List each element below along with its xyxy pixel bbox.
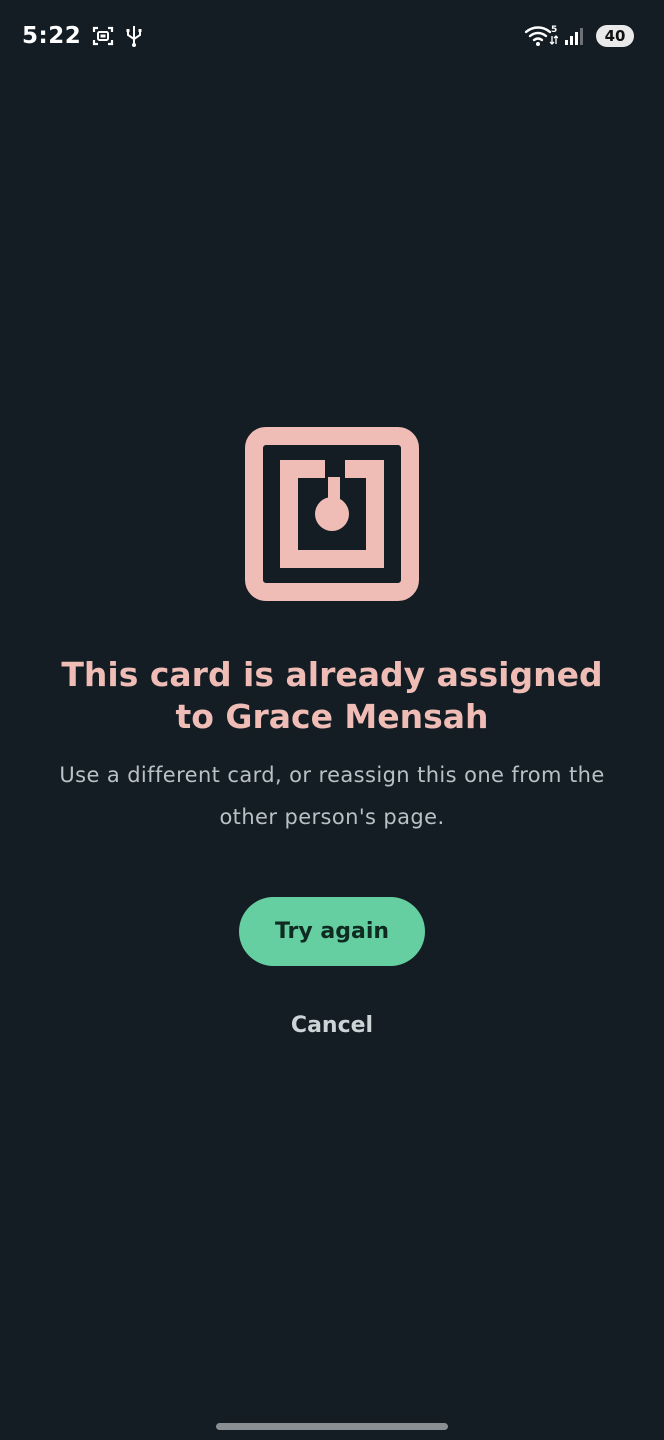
usb-icon [125, 24, 143, 48]
status-bar: 5:22 5 40 [0, 0, 664, 72]
dialog-description: Use a different card, or reassign this o… [59, 763, 605, 829]
dialog-title: This card is already assigned to Grace M… [61, 655, 603, 736]
nfc-card-icon [245, 427, 419, 601]
battery-icon: 40 [596, 25, 634, 47]
network-label: 5 [551, 25, 557, 35]
wifi-icon: 5 [524, 23, 558, 49]
home-indicator[interactable] [216, 1423, 448, 1430]
cancel-button[interactable]: Cancel [252, 1000, 412, 1050]
try-again-button[interactable]: Try again [239, 897, 425, 966]
status-left: 5:22 [22, 18, 143, 54]
battery-level: 40 [604, 27, 626, 45]
status-time: 5:22 [22, 23, 82, 49]
signal-icon [564, 25, 586, 47]
screenshot-icon [91, 24, 115, 48]
status-right: 5 40 [524, 18, 634, 54]
